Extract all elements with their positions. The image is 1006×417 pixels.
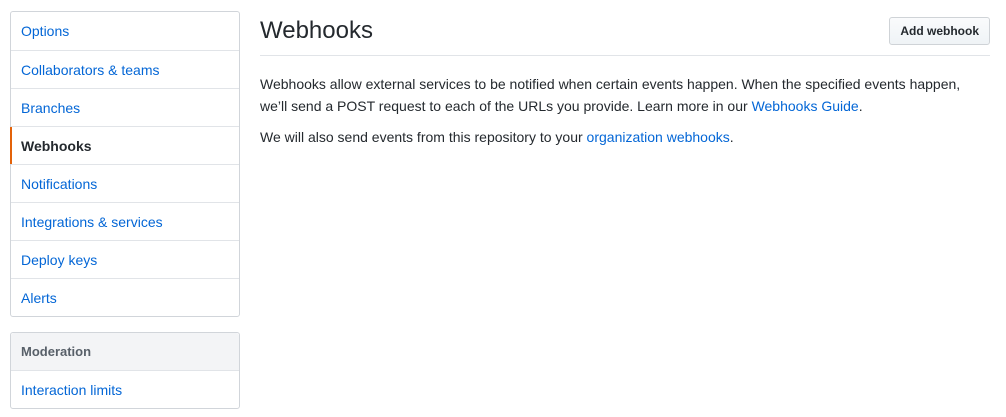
webhooks-description: Webhooks allow external services to be n…: [260, 73, 990, 117]
main-content: Webhooks Add webhook Webhooks allow exte…: [260, 13, 990, 148]
sidebar-item-options[interactable]: Options: [11, 12, 239, 50]
org-webhooks-note: We will also send events from this repos…: [260, 126, 990, 148]
sidebar-item-integrations-services[interactable]: Integrations & services: [11, 202, 239, 240]
webhooks-guide-link[interactable]: Webhooks Guide: [752, 98, 859, 114]
description-suffix: .: [858, 98, 863, 114]
settings-sidebar: Options Collaborators & teams Branches W…: [10, 11, 240, 409]
page-title: Webhooks: [260, 17, 373, 44]
note-text: We will also send events from this repos…: [260, 129, 587, 145]
moderation-heading: Moderation: [11, 333, 239, 370]
subhead: Webhooks Add webhook: [260, 13, 990, 56]
sidebar-item-webhooks[interactable]: Webhooks: [10, 126, 239, 164]
sidebar-item-branches[interactable]: Branches: [11, 88, 239, 126]
add-webhook-button[interactable]: Add webhook: [889, 17, 990, 45]
sidebar-item-interaction-limits[interactable]: Interaction limits: [11, 370, 239, 408]
settings-menu: Options Collaborators & teams Branches W…: [10, 11, 240, 317]
sidebar-item-collaborators-teams[interactable]: Collaborators & teams: [11, 50, 239, 88]
note-suffix: .: [729, 129, 734, 145]
moderation-menu: Moderation Interaction limits: [10, 332, 240, 409]
sidebar-item-deploy-keys[interactable]: Deploy keys: [11, 240, 239, 278]
organization-webhooks-link[interactable]: organization webhooks: [587, 129, 730, 145]
sidebar-item-notifications[interactable]: Notifications: [11, 164, 239, 202]
sidebar-item-alerts[interactable]: Alerts: [11, 278, 239, 316]
